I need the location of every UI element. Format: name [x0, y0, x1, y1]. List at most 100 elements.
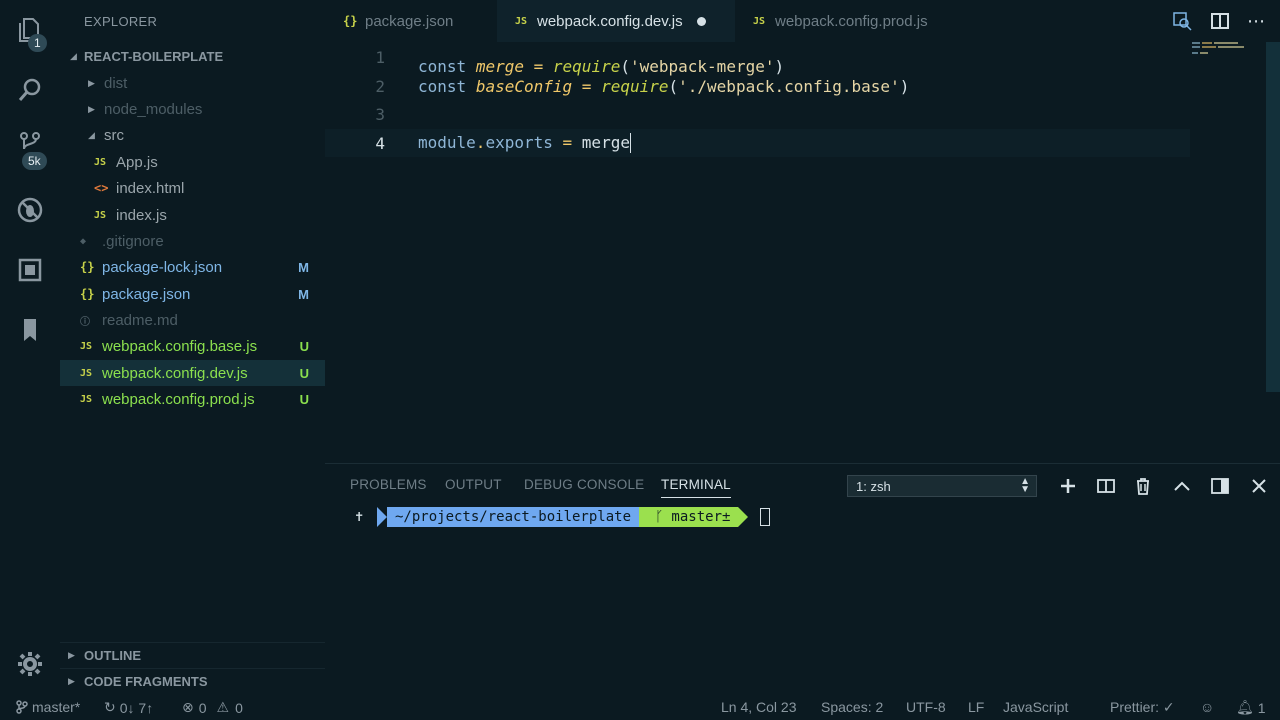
sync-icon: ↻	[104, 699, 116, 715]
tree-file-package-lock-json[interactable]: {} package-lock.json M	[60, 254, 325, 280]
chevron-right-icon: ▶	[88, 77, 95, 88]
token-operator: =	[562, 132, 573, 152]
status-branch[interactable]: master*	[16, 699, 80, 715]
extensions-icon[interactable]	[0, 250, 60, 290]
tab-debug-console[interactable]: DEBUG CONSOLE	[524, 477, 644, 492]
code-line-1: 1 const merge = require('webpack-merge')	[325, 43, 1190, 77]
close-icon[interactable]	[1249, 476, 1269, 496]
token-keyword: const	[418, 76, 467, 96]
token-paren: (	[668, 76, 679, 96]
line-number: 2	[375, 76, 385, 96]
section-label: OUTLINE	[84, 648, 142, 663]
status-prettier[interactable]: Prettier: ✓	[1110, 699, 1175, 716]
tree-item-label: .gitignore	[102, 232, 164, 250]
status-encoding[interactable]: UTF-8	[906, 699, 946, 715]
status-bar: master* ↻ 0↓ 7↑ ⊗ 0 ⚠ 0 Ln 4, Col 23 Spaces…	[0, 695, 1280, 720]
unsaved-dot-icon[interactable]	[696, 16, 706, 26]
status-indentation[interactable]: Spaces: 2	[821, 699, 883, 715]
js-file-icon: JS	[753, 15, 766, 27]
workspace-root[interactable]: ◢ REACT-BOILERPLATE	[60, 45, 325, 67]
tree-file-webpack-prod[interactable]: JS webpack.config.prod.js U	[60, 386, 325, 412]
section-label: CODE FRAGMENTS	[84, 674, 208, 689]
tree-item-label: webpack.config.prod.js	[102, 390, 255, 408]
more-actions-icon[interactable]: ⋯	[1247, 11, 1267, 31]
terminal-prompt[interactable]: ✝ ~/projects/react-boilerplate ᚴ master±	[355, 507, 771, 527]
tree-file-index-js[interactable]: JS index.js	[60, 202, 325, 228]
line-number: 4	[375, 133, 385, 153]
tree-file-package-json[interactable]: {} package.json M	[60, 281, 325, 307]
status-language[interactable]: JavaScript	[1003, 699, 1068, 715]
section-outline[interactable]: ▶ OUTLINE	[60, 642, 325, 668]
status-sync-label: 0↓ 7↑	[119, 699, 154, 716]
status-cursor-position[interactable]: Ln 4, Col 23	[721, 699, 797, 715]
notification-count: 1	[1257, 699, 1266, 716]
tree-item-label: package.json	[102, 285, 191, 303]
chevron-right-icon: ▶	[88, 103, 95, 114]
tree-file-app-js[interactable]: JS App.js	[60, 149, 325, 175]
tree-folder-dist[interactable]: ▶ dist	[60, 70, 325, 96]
token-identifier: merge	[581, 132, 630, 152]
maximize-panel-icon[interactable]	[1172, 476, 1192, 496]
tab-label: package.json	[365, 12, 454, 30]
workspace-root-label: REACT-BOILERPLATE	[84, 48, 224, 64]
text-cursor	[629, 133, 631, 154]
tree-file-webpack-dev[interactable]: JS webpack.config.dev.js U	[60, 360, 325, 386]
js-file-icon: JS	[94, 156, 107, 168]
code-editor[interactable]: 1 const merge = require('webpack-merge')…	[325, 42, 1280, 463]
feedback-smiley-icon[interactable]: ☺	[1200, 699, 1214, 715]
bookmark-icon[interactable]	[0, 310, 60, 350]
tree-item-label: webpack.config.dev.js	[102, 364, 248, 382]
tree-folder-node-modules[interactable]: ▶ node_modules	[60, 96, 325, 122]
add-terminal-icon[interactable]	[1058, 476, 1078, 496]
toggle-panel-position-icon[interactable]	[1210, 476, 1230, 496]
split-terminal-icon[interactable]	[1096, 476, 1116, 496]
token-property: exports	[485, 132, 553, 152]
terminal-select[interactable]: 1: zsh ▲ ▼	[847, 475, 1037, 497]
tree-item-label: package-lock.json	[102, 258, 223, 276]
trash-icon[interactable]	[1133, 476, 1153, 496]
editor-tabs: {} package.json JS webpack.config.dev.js J…	[325, 0, 1280, 42]
tree-folder-src[interactable]: ◢ src	[60, 122, 325, 148]
git-status-modified: M	[298, 259, 309, 275]
section-code-fragments[interactable]: ▶ CODE FRAGMENTS	[60, 668, 325, 694]
tab-terminal[interactable]: TERMINAL	[661, 477, 731, 498]
tab-problems[interactable]: PROBLEMS	[350, 477, 427, 492]
tree-file-index-html[interactable]: <> index.html	[60, 175, 325, 201]
json-file-icon: {}	[80, 287, 95, 301]
token-function: require	[601, 76, 669, 96]
explorer-badge: 1	[28, 34, 47, 52]
status-notifications[interactable]: 🔔︎ 1	[1236, 699, 1266, 716]
chevron-right-icon: ▶	[68, 676, 75, 686]
status-sync[interactable]: ↻ 0↓ 7↑	[104, 699, 153, 716]
tab-package-json[interactable]: {} package.json	[325, 0, 497, 42]
git-file-icon: ◆	[80, 235, 87, 247]
editor-scrollbar[interactable]	[1266, 42, 1280, 392]
gear-icon[interactable]	[0, 644, 60, 684]
code-line-4: 4 module.exports = merge	[325, 129, 1190, 157]
git-branch-icon: ᚴ	[655, 509, 664, 525]
tree-file-readme-md[interactable]: ⓘ readme.md	[60, 307, 325, 333]
token-string: './webpack.config.base'	[678, 76, 900, 96]
tab-webpack-dev[interactable]: JS webpack.config.dev.js	[497, 0, 735, 42]
bottom-panel: PROBLEMS OUTPUT DEBUG CONSOLE TERMINAL 1…	[325, 463, 1280, 695]
token-object: module	[418, 132, 476, 152]
debug-icon[interactable]	[0, 190, 60, 230]
chevron-right-icon: ▶	[68, 650, 75, 660]
tab-webpack-prod[interactable]: JS webpack.config.prod.js	[735, 0, 980, 42]
tab-output[interactable]: OUTPUT	[445, 477, 502, 492]
tree-item-label: node_modules	[104, 100, 203, 118]
git-status-untracked: U	[299, 391, 309, 407]
split-editor-icon[interactable]	[1210, 11, 1230, 31]
tree-file-gitignore[interactable]: ◆ .gitignore	[60, 228, 325, 254]
git-branch-icon	[16, 700, 28, 714]
prompt-path: ~/projects/react-boilerplate	[395, 509, 632, 525]
search-icon[interactable]	[0, 70, 60, 110]
error-icon: ⊗	[182, 699, 194, 715]
tree-file-webpack-base[interactable]: JS webpack.config.base.js U	[60, 333, 325, 359]
minimap[interactable]	[1192, 42, 1244, 54]
status-eol[interactable]: LF	[968, 699, 984, 715]
status-problems[interactable]: ⊗ 0 ⚠ 0	[182, 699, 243, 716]
open-changes-icon[interactable]	[1172, 11, 1192, 31]
tree-item-label: dist	[104, 74, 128, 92]
select-arrows-icon: ▲ ▼	[1020, 476, 1030, 495]
